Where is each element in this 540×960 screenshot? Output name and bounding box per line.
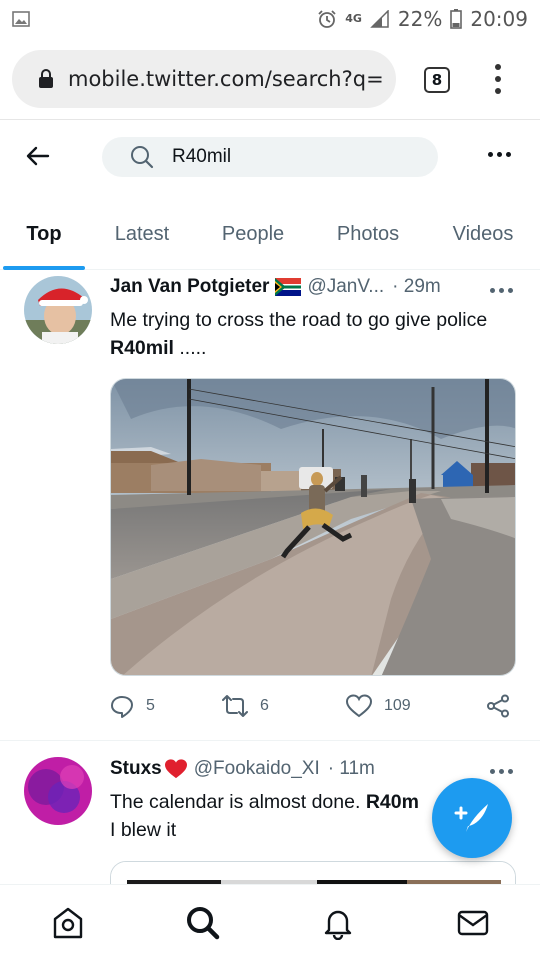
messages-tab[interactable] (453, 903, 493, 943)
search-input[interactable]: R40mil (102, 137, 438, 177)
lock-icon (38, 69, 54, 89)
reply-count: 5 (146, 697, 155, 714)
url-text: mobile.twitter.com/search?q= (68, 67, 384, 91)
retweet-icon (222, 695, 248, 717)
retweet-button[interactable]: 6 (222, 694, 346, 718)
tab-videos[interactable]: Videos (426, 198, 540, 270)
search-icon (130, 145, 154, 169)
like-button[interactable]: 109 (346, 694, 486, 718)
tab-switcher-button[interactable]: 8 (424, 67, 450, 93)
tab-photos[interactable]: Photos (310, 198, 426, 270)
author-handle[interactable]: @JanV... (307, 276, 384, 298)
compose-button[interactable] (432, 778, 512, 858)
more-icon[interactable] (488, 152, 511, 157)
back-arrow-icon[interactable] (24, 142, 52, 170)
home-tab[interactable] (48, 903, 88, 943)
tab-label: Latest (114, 222, 170, 245)
tab-top[interactable]: Top (0, 198, 88, 270)
bottom-navigation (0, 884, 540, 960)
search-query: R40mil (172, 146, 232, 167)
reply-icon (111, 696, 133, 718)
gallery-icon (12, 11, 30, 27)
tweet-actions: 5 6 109 (110, 694, 516, 718)
compose-icon (454, 804, 488, 832)
messages-icon (457, 910, 488, 935)
network-type: 4G (345, 12, 362, 25)
explore-tab[interactable] (183, 903, 223, 943)
home-icon (53, 907, 82, 938)
tab-label: Top (26, 222, 62, 245)
author-name[interactable]: Stuxs (110, 758, 162, 780)
tab-count: 8 (431, 71, 443, 89)
tab-latest[interactable]: Latest (88, 198, 196, 270)
avatar[interactable] (24, 276, 92, 344)
battery-percent: 22% (397, 7, 443, 31)
south-africa-flag-icon (275, 278, 302, 296)
clock: 20:09 (470, 7, 528, 31)
author-handle[interactable]: @Fookaido_XI (194, 758, 320, 780)
share-button[interactable] (486, 694, 510, 718)
tweet-text-part: The calendar is almost done. (110, 791, 366, 813)
tweet-photo[interactable] (110, 861, 516, 884)
tweet-header: Jan Van Potgieter @JanV... · 29m (110, 276, 441, 298)
search-header: R40mil (0, 124, 540, 190)
explore-icon (186, 906, 219, 939)
tweet-text: Me trying to cross the road to go give p… (110, 306, 490, 362)
alarm-icon (318, 10, 336, 28)
tweet-more-icon[interactable] (490, 769, 513, 774)
highlighted-term: R40mil (110, 337, 174, 359)
tweet-time[interactable]: · 29m (392, 276, 441, 298)
tweet-header: Stuxs @Fookaido_XI · 11m (110, 758, 375, 780)
tweet-text: The calendar is almost done. R40m (110, 788, 440, 816)
reply-button[interactable]: 5 (110, 694, 222, 718)
tab-label: Videos (452, 222, 514, 245)
retweet-count: 6 (260, 697, 269, 714)
search-tabs: Top Latest People Photos Videos (0, 198, 540, 270)
tweet-time[interactable]: · 11m (328, 758, 375, 780)
signal-icon (370, 10, 389, 28)
notifications-icon (324, 910, 351, 940)
notifications-tab[interactable] (318, 903, 358, 943)
tweet[interactable]: Jan Van Potgieter @JanV... · 29m Me tryi… (0, 270, 540, 740)
battery-icon (450, 9, 463, 29)
status-bar: 4G 22% 20:09 (0, 0, 540, 38)
tab-label: Photos (336, 222, 400, 245)
like-count: 109 (384, 697, 411, 714)
tab-label: People (221, 222, 285, 245)
browser-toolbar: mobile.twitter.com/search?q= 8 (0, 38, 540, 120)
highlighted-term: R40m (365, 791, 419, 813)
tweet-text-part: Me trying to cross the road to go give p… (110, 309, 488, 331)
author-name[interactable]: Jan Van Potgieter (110, 276, 269, 298)
avatar[interactable] (24, 757, 92, 825)
address-bar[interactable]: mobile.twitter.com/search?q= (12, 50, 396, 108)
heart-emoji-icon (164, 758, 188, 780)
tweet-more-icon[interactable] (490, 288, 513, 293)
share-icon (487, 694, 509, 718)
tab-people[interactable]: People (196, 198, 310, 270)
like-icon (346, 694, 372, 718)
tweet-text-part: ..... (173, 337, 207, 359)
tweet-photo[interactable] (110, 378, 516, 676)
browser-menu-button[interactable] (494, 64, 502, 94)
